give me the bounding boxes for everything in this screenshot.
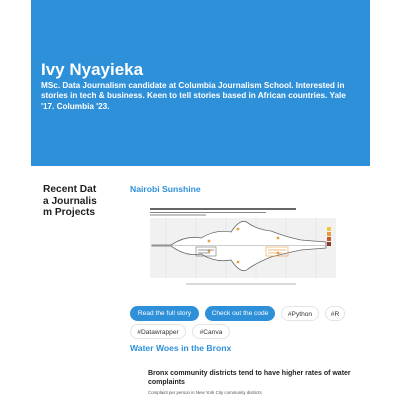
profile-name: Ivy Nyayieka	[41, 60, 144, 79]
project-preview-subtitle: Complaint per person in New York City co…	[148, 390, 262, 395]
check-code-button[interactable]: Check out the code	[205, 306, 275, 321]
profile-bio: MSc. Data Journalism candidate at Columb…	[41, 81, 346, 111]
project-preview-title: Bronx community districts tend to have h…	[148, 370, 351, 386]
tag-canva[interactable]: #Canva	[192, 324, 230, 339]
project-title-water-woes[interactable]: Water Woes in the Bronx	[130, 343, 231, 353]
tag-python[interactable]: #Python	[281, 306, 319, 321]
project-title-nairobi-sunshine[interactable]: Nairobi Sunshine	[130, 184, 201, 194]
project-chart-thumbnail[interactable]	[146, 205, 346, 290]
tag-datawrapper[interactable]: #Datawrapper	[130, 324, 186, 339]
read-full-story-button[interactable]: Read the full story	[130, 306, 199, 321]
hero-banner: Ivy Nyayieka MSc. Data Journalism candid…	[31, 0, 370, 166]
tag-r[interactable]: #R	[325, 306, 345, 321]
page: Ivy Nyayieka MSc. Data Journalism candid…	[31, 0, 370, 400]
sunshine-chart-image	[146, 205, 346, 290]
section-title: Recent Data Journalism Projects	[43, 184, 97, 219]
